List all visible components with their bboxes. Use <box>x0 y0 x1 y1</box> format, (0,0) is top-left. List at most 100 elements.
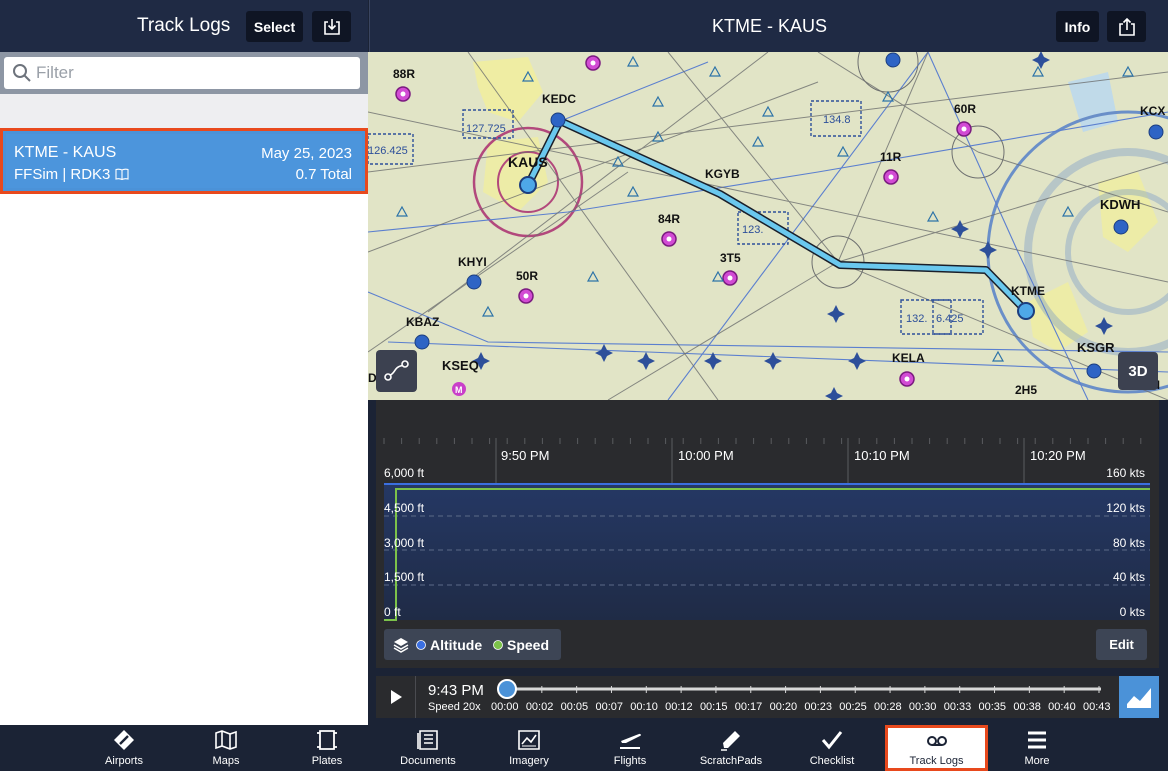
speed-dot-icon <box>493 640 503 650</box>
select-button[interactable]: Select <box>246 11 303 42</box>
3d-view-button[interactable]: 3D <box>1118 352 1158 390</box>
maps-icon <box>215 730 237 750</box>
speed-label: 40 kts <box>1112 570 1145 584</box>
tab-checklist[interactable]: Checklist <box>796 725 868 771</box>
share-icon <box>1118 17 1135 36</box>
playback-tick-label: 00:40 <box>1048 701 1076 713</box>
tab-label: Imagery <box>509 755 549 767</box>
legend-altitude: Altitude <box>430 637 483 653</box>
track-log-item-body: KTME - KAUS May 25, 2023 FFSim | RDK3 0.… <box>6 134 362 188</box>
map-label-132: 132. <box>906 313 927 325</box>
tab-flights[interactable]: Flights <box>594 725 666 771</box>
layers-icon <box>393 638 409 653</box>
map-label-kdwh: KDWH <box>1100 197 1140 212</box>
profile-toggle-button[interactable] <box>1119 676 1159 718</box>
track-logs-icon <box>926 736 947 746</box>
playback-tick-label: 00:43 <box>1083 701 1111 713</box>
playback-tick-label: 00:10 <box>630 701 658 713</box>
tab-documents[interactable]: Documents <box>390 725 466 771</box>
playback-tick-label: 00:00 <box>491 701 519 713</box>
tab-airports[interactable]: Airports <box>88 725 160 771</box>
playback-bar: 9:43 PM Speed 20x 00:00 00:02 00:05 00:07 00… <box>376 676 1119 718</box>
documents-icon <box>417 730 438 750</box>
tab-more[interactable]: More <box>1001 725 1073 771</box>
playback-tick-label: 00:30 <box>908 701 937 713</box>
profile-chart <box>383 438 1150 621</box>
altitude-label: 3,000 ft <box>384 536 425 550</box>
map-label-126425: 126.425 <box>368 145 408 157</box>
map-label-kela: KELA <box>892 351 925 365</box>
map-label-1348: 134.8 <box>823 114 851 126</box>
playback-tick-label: 00:25 <box>839 701 867 713</box>
route-button[interactable] <box>376 350 417 392</box>
track-logs-header: Track Logs Select <box>0 0 368 52</box>
track-logs-panel: Track Logs Select KTME - KAUS <box>0 0 368 725</box>
tab-track-logs[interactable]: Track Logs <box>885 725 988 771</box>
playback-tick-label: 00:02 <box>525 701 554 713</box>
search-icon <box>13 64 31 82</box>
playback-tick-label: 00:12 <box>665 701 693 713</box>
chart-icon <box>1127 688 1151 708</box>
playback-tick-label: 00:05 <box>560 701 589 713</box>
time-label: 9:50 PM <box>501 448 550 463</box>
altitude-label: 0 ft <box>384 605 401 619</box>
map-label-kaus: KAUS <box>508 154 548 170</box>
map-canvas: 127.725 126.425 134.8 123. 132. 6.425 M … <box>368 52 1168 400</box>
list-section-header <box>0 94 368 132</box>
track-log-item[interactable]: KTME - KAUS May 25, 2023 FFSim | RDK3 0.… <box>0 128 368 194</box>
airports-icon <box>114 730 134 750</box>
tab-imagery[interactable]: Imagery <box>493 725 565 771</box>
map-label-50r: 50R <box>516 269 538 283</box>
map-label-kbaz: KBAZ <box>406 315 439 329</box>
tab-plates[interactable]: Plates <box>291 725 363 771</box>
route-icon <box>384 360 409 381</box>
scratchpads-icon <box>721 731 740 751</box>
altitude-dot-icon <box>416 640 426 650</box>
map-label-6425: 6.425 <box>936 313 964 325</box>
share-button[interactable] <box>1107 11 1146 42</box>
playback-tick-label: 00:35 <box>978 701 1007 713</box>
playback-tick-label: 00:33 <box>943 701 972 713</box>
map-label-11r: 11R <box>880 150 902 164</box>
info-button[interactable]: Info <box>1056 11 1099 42</box>
speed-label: 0 kts <box>1119 605 1145 619</box>
tab-label: More <box>1024 755 1050 767</box>
profile-view: 9:50 PM 10:00 PM 10:10 PM 10:20 PM 6,000… <box>376 400 1159 668</box>
track-log-subtitle-text: FFSim | RDK3 <box>14 166 111 183</box>
map-label-88r: 88R <box>393 67 415 81</box>
altitude-label: 4,500 ft <box>384 501 425 515</box>
profile-legend-button[interactable]: Altitude Speed <box>384 629 561 660</box>
import-icon <box>323 18 340 35</box>
foreflight-app: Track Logs Select KTME - KAUS <box>0 0 1168 771</box>
map-title: KTME - KAUS <box>711 16 827 36</box>
tab-label: Airports <box>105 755 143 767</box>
map-label-kseq: KSEQ <box>442 358 479 373</box>
track-log-subtitle: FFSim | RDK3 <box>14 166 129 183</box>
flights-icon <box>620 733 641 749</box>
map-label-3t5: 3T5 <box>720 251 741 265</box>
tab-maps[interactable]: Maps <box>190 725 262 771</box>
playback-tick-label: 00:23 <box>804 701 832 713</box>
map-label-m: M <box>455 385 463 395</box>
edit-button[interactable]: Edit <box>1096 629 1147 660</box>
tab-label: Checklist <box>809 755 855 767</box>
tab-label: Track Logs <box>909 755 964 767</box>
playback-scrubber[interactable] <box>497 679 517 699</box>
tab-label: Plates <box>311 755 343 767</box>
map-label-60r: 60R <box>954 102 976 116</box>
sectional-map[interactable]: 127.725 126.425 134.8 123. 132. 6.425 M … <box>368 52 1168 400</box>
filter-input[interactable] <box>36 61 346 85</box>
checklist-icon <box>821 731 843 750</box>
tab-scratchpads[interactable]: ScratchPads <box>690 725 772 771</box>
import-button[interactable] <box>312 11 351 42</box>
time-label: 10:00 PM <box>678 448 734 463</box>
tab-label: Documents <box>400 755 456 767</box>
map-label-127725: 127.725 <box>466 123 506 135</box>
tab-label: Flights <box>613 755 647 767</box>
map-label-ksgr: KSGR <box>1077 340 1115 355</box>
more-icon <box>1028 731 1046 749</box>
altitude-label: 1,500 ft <box>384 570 425 584</box>
speed-label: 160 kts <box>1106 466 1145 480</box>
map-label-kgyb: KGYB <box>705 167 740 181</box>
filter-bar <box>0 52 368 94</box>
